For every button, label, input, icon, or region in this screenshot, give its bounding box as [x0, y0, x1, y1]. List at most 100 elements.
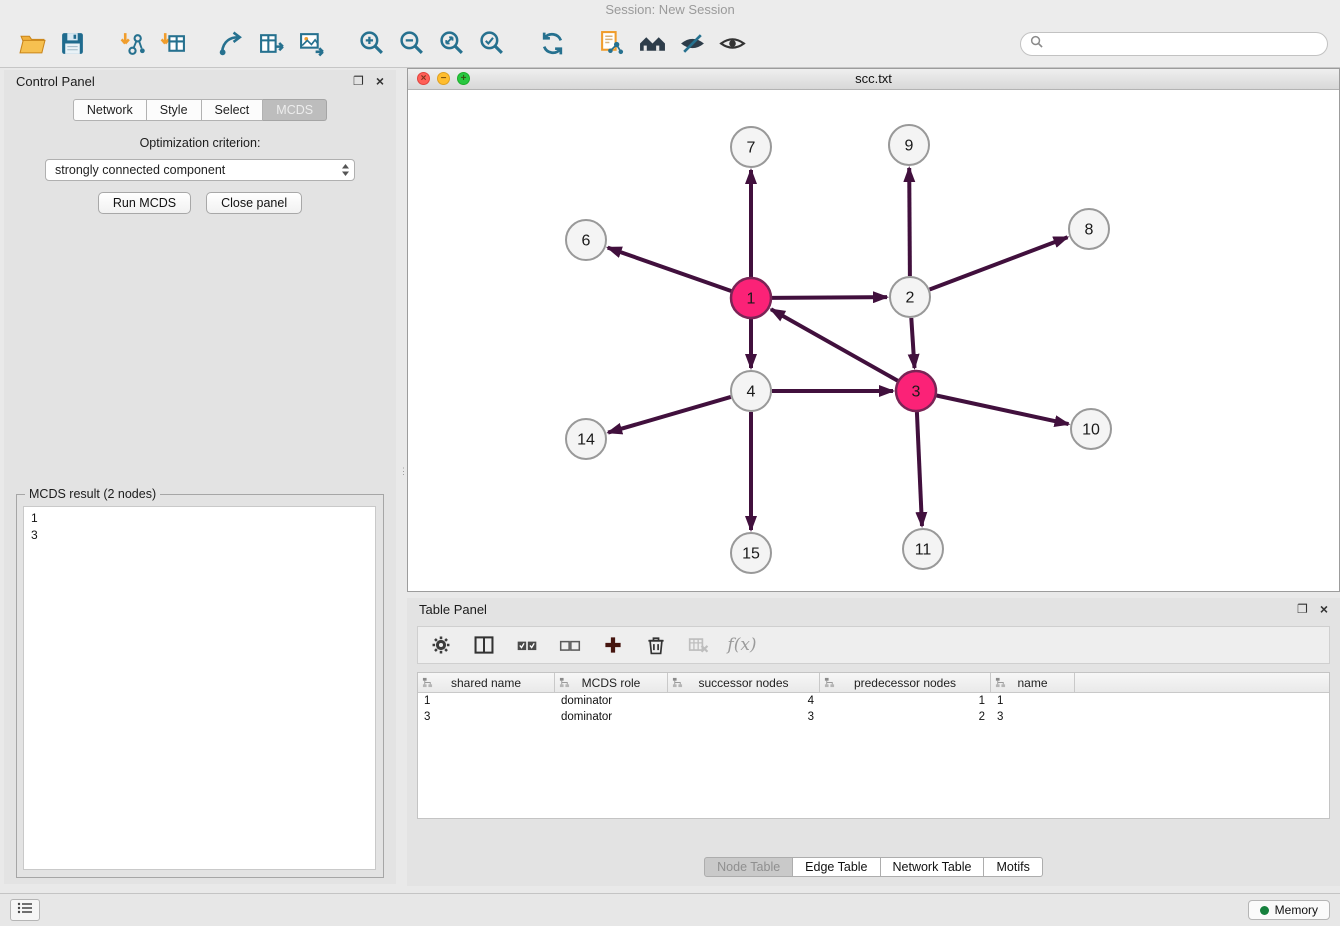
- edge-3-10[interactable]: [937, 396, 1069, 425]
- memory-button[interactable]: Memory: [1248, 900, 1330, 920]
- node-table: shared nameMCDS rolesuccessor nodesprede…: [417, 672, 1330, 819]
- zoom-in-button[interactable]: [352, 24, 392, 64]
- table-tabs: Node TableEdge TableNetwork TableMotifs: [407, 857, 1340, 877]
- zoom-window-icon[interactable]: +: [457, 72, 470, 85]
- sort-icon: [995, 677, 1006, 691]
- close-table-panel-icon[interactable]: ×: [1320, 603, 1328, 615]
- column-header-name[interactable]: name: [991, 673, 1075, 692]
- tab-network[interactable]: Network: [73, 99, 147, 121]
- function-builder-icon: f(x): [727, 635, 756, 655]
- show-columns-button[interactable]: [471, 632, 497, 658]
- node-14[interactable]: 14: [566, 419, 606, 459]
- table-cell[interactable]: 1: [418, 695, 555, 707]
- table-cell[interactable]: dominator: [555, 695, 668, 707]
- table-cell[interactable]: 3: [668, 711, 820, 723]
- node-7[interactable]: 7: [731, 127, 771, 167]
- node-11[interactable]: 11: [903, 529, 943, 569]
- zoom-out-button[interactable]: [392, 24, 432, 64]
- node-6[interactable]: 6: [566, 220, 606, 260]
- close-panel-icon[interactable]: ×: [376, 75, 384, 87]
- tab-network-table[interactable]: Network Table: [881, 857, 985, 877]
- tab-node-table[interactable]: Node Table: [704, 857, 793, 877]
- show-details-button[interactable]: [712, 24, 752, 64]
- edge-2-9[interactable]: [909, 168, 910, 276]
- table-cell[interactable]: 1: [991, 695, 1075, 707]
- edge-3-11[interactable]: [917, 412, 922, 526]
- table-cell[interactable]: 3: [991, 711, 1075, 723]
- table-settings-button[interactable]: [428, 632, 454, 658]
- copy-network-button[interactable]: [592, 24, 632, 64]
- save-session-button[interactable]: [52, 24, 92, 64]
- table-cell[interactable]: 1: [820, 695, 991, 707]
- edge-2-3[interactable]: [911, 318, 914, 368]
- network-window-titlebar: × − + scc.txt: [408, 69, 1339, 90]
- tab-style[interactable]: Style: [147, 99, 202, 121]
- table-panel-title: Table Panel: [419, 602, 487, 617]
- open-file-button[interactable]: [12, 24, 52, 64]
- node-15[interactable]: 15: [731, 533, 771, 573]
- refresh-layout-button[interactable]: [532, 24, 572, 64]
- home-icon: [639, 30, 666, 57]
- node-1[interactable]: 1: [731, 278, 771, 318]
- deselect-all-button[interactable]: [557, 632, 583, 658]
- node-10[interactable]: 10: [1071, 409, 1111, 449]
- search-box[interactable]: [1020, 32, 1328, 56]
- zoom-selected-button[interactable]: [472, 24, 512, 64]
- node-8[interactable]: 8: [1069, 209, 1109, 249]
- zoom-fit-button[interactable]: [432, 24, 472, 64]
- float-table-panel-icon[interactable]: ❐: [1297, 603, 1308, 615]
- search-icon: [1030, 35, 1048, 53]
- column-header-successor-nodes[interactable]: successor nodes: [668, 673, 820, 692]
- search-input[interactable]: [1048, 36, 1318, 52]
- edge-4-14[interactable]: [608, 397, 731, 433]
- export-table-button[interactable]: [252, 24, 292, 64]
- close-window-icon[interactable]: ×: [417, 72, 430, 85]
- column-header-shared-name[interactable]: shared name: [418, 673, 555, 692]
- network-canvas[interactable]: 7 9 6 8 1 2 4 3 14 10 15 11: [408, 89, 1339, 591]
- tab-mcds[interactable]: MCDS: [263, 99, 327, 121]
- edge-2-8[interactable]: [930, 237, 1068, 289]
- node-label: 7: [747, 140, 756, 157]
- edge-1-6[interactable]: [608, 248, 732, 291]
- export-image-button[interactable]: [292, 24, 332, 64]
- table-row[interactable]: 1dominator411: [418, 693, 1329, 709]
- table-row[interactable]: 3dominator323: [418, 709, 1329, 725]
- close-panel-button[interactable]: Close panel: [206, 192, 302, 214]
- export-network-icon: [219, 30, 246, 57]
- add-row-button[interactable]: [600, 632, 626, 658]
- minimize-window-icon[interactable]: −: [437, 72, 450, 85]
- export-network-button[interactable]: [212, 24, 252, 64]
- tab-edge-table[interactable]: Edge Table: [793, 857, 880, 877]
- import-table-button[interactable]: [152, 24, 192, 64]
- table-cell[interactable]: 4: [668, 695, 820, 707]
- column-header-predecessor-nodes[interactable]: predecessor nodes: [820, 673, 991, 692]
- task-history-button[interactable]: [10, 899, 40, 921]
- panel-splitter[interactable]: ⋮: [398, 68, 405, 886]
- sort-icon: [672, 677, 683, 691]
- select-all-button[interactable]: [514, 632, 540, 658]
- edge-1-2[interactable]: [772, 297, 887, 298]
- tab-select[interactable]: Select: [202, 99, 264, 121]
- delete-row-button[interactable]: [643, 632, 669, 658]
- table-cell[interactable]: dominator: [555, 711, 668, 723]
- node-label: 14: [577, 432, 595, 449]
- optimization-dropdown[interactable]: strongly connected component: [45, 159, 355, 181]
- node-2[interactable]: 2: [890, 277, 930, 317]
- edge-3-1[interactable]: [771, 309, 898, 380]
- float-panel-icon[interactable]: ❐: [353, 75, 364, 87]
- column-header-mcds-role[interactable]: MCDS role: [555, 673, 668, 692]
- table-cell[interactable]: 2: [820, 711, 991, 723]
- delete-table-button: [686, 632, 712, 658]
- node-4[interactable]: 4: [731, 371, 771, 411]
- node-9[interactable]: 9: [889, 125, 929, 165]
- node-3[interactable]: 3: [896, 371, 936, 411]
- tab-motifs[interactable]: Motifs: [984, 857, 1042, 877]
- hide-details-button[interactable]: [672, 24, 712, 64]
- run-mcds-button[interactable]: Run MCDS: [98, 192, 191, 214]
- mcds-result-list[interactable]: 1 3: [23, 506, 376, 870]
- import-network-button[interactable]: [112, 24, 152, 64]
- deselect-all-icon: [559, 634, 581, 656]
- table-cell[interactable]: 3: [418, 711, 555, 723]
- home-button[interactable]: [632, 24, 672, 64]
- node-label: 10: [1082, 422, 1100, 439]
